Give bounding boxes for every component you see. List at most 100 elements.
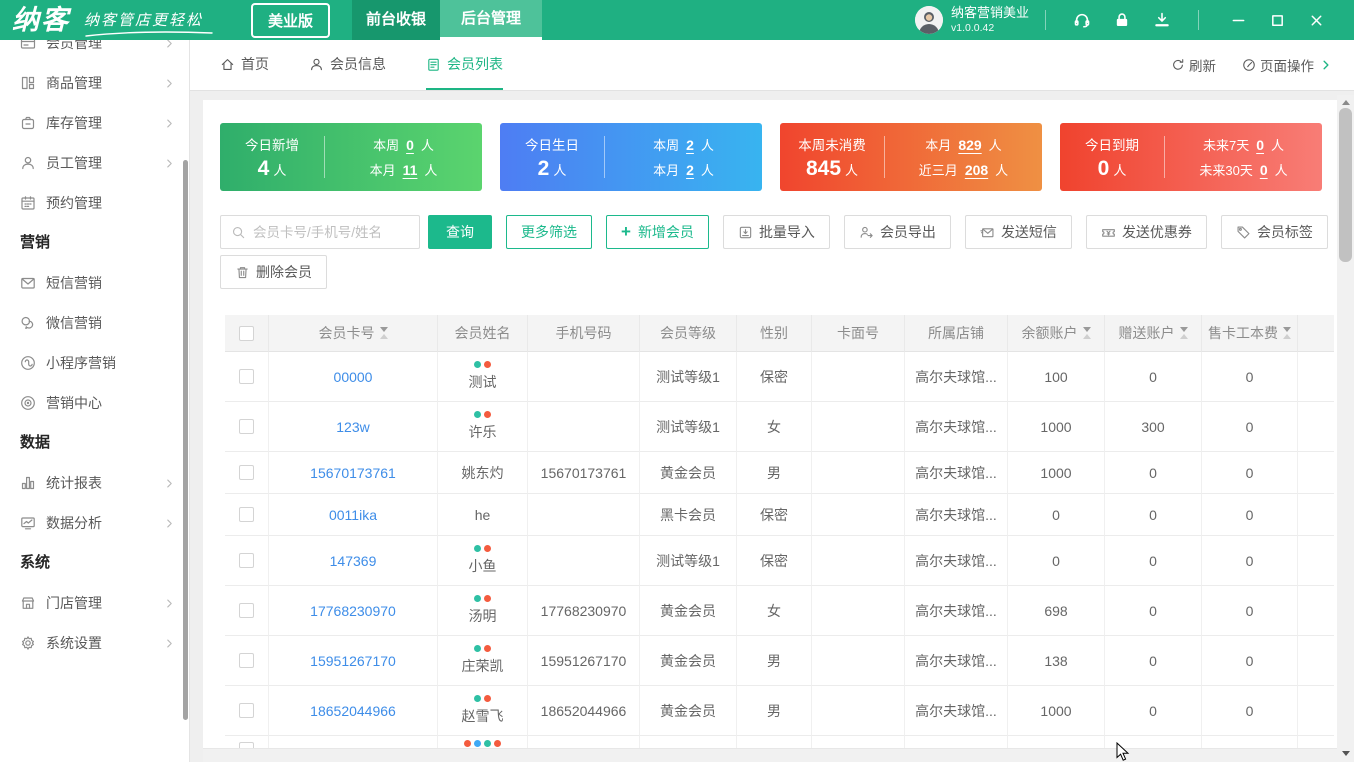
scroll-up-arrow[interactable] [1337, 95, 1354, 109]
column-header-gift[interactable]: 赠送账户 [1105, 315, 1202, 352]
card-fee-cell: 0 [1202, 586, 1298, 636]
stat-card[interactable]: 今日生日 2 人 本周 2 人本月 2 人 [500, 123, 762, 191]
batch-import-button[interactable]: 批量导入 [722, 215, 830, 249]
stat-card[interactable]: 今日到期 0 人 未来7天 0 人未来30天 0 人 [1060, 123, 1322, 191]
window-minimize-button[interactable] [1231, 13, 1246, 28]
delete-member-button[interactable]: 删除会员 [220, 255, 327, 289]
sidebar-item[interactable]: 营销中心 [0, 383, 189, 423]
sort-icon[interactable] [1179, 327, 1188, 339]
sidebar-item[interactable]: 库存管理 [0, 103, 189, 143]
download-icon[interactable] [1153, 11, 1171, 29]
nav-front-cashier[interactable]: 前台收银 [352, 0, 441, 40]
vertical-scrollbar[interactable] [1337, 95, 1354, 762]
sidebar-item[interactable]: 微信营销 [0, 303, 189, 343]
window-maximize-button[interactable] [1270, 13, 1285, 28]
member-card-link[interactable]: 00000 [269, 352, 438, 402]
column-header-card[interactable]: 会员卡号 [269, 315, 438, 352]
logo-text: 纳客 [12, 5, 70, 35]
avatar[interactable] [914, 6, 943, 34]
member-tag-dots [474, 361, 491, 368]
chevron-right-icon [164, 78, 175, 89]
card-fee-cell: 0 [1202, 636, 1298, 686]
member-tag-dots [474, 595, 491, 602]
balance-cell: 138 [1008, 636, 1105, 686]
sidebar-item[interactable]: 员工管理 [0, 143, 189, 183]
row-checkbox[interactable] [239, 703, 254, 718]
column-header-balance[interactable]: 余额账户 [1008, 315, 1105, 352]
column-header-fee[interactable]: 售卡工本费 [1202, 315, 1298, 352]
member-search-box[interactable] [220, 215, 420, 249]
stat-card[interactable]: 本周未消费 845 人 本月 829 人近三月 208 人 [780, 123, 1042, 191]
sidebar-item[interactable]: 统计报表 [0, 463, 189, 503]
sidebar-item[interactable]: 小程序营销 [0, 343, 189, 383]
scroll-down-arrow[interactable] [1337, 746, 1354, 760]
horizontal-scrollbar[interactable] [203, 748, 1337, 762]
member-name-cell: 测试 [438, 352, 528, 402]
sidebar-item[interactable]: 短信营销 [0, 263, 189, 303]
tab-member-info[interactable]: 会员信息 [309, 40, 386, 90]
sidebar-item[interactable]: 会员管理 [0, 40, 189, 63]
refresh-button[interactable]: 刷新 [1171, 55, 1216, 75]
row-checkbox[interactable] [239, 465, 254, 480]
send-coupon-button[interactable]: 发送优惠券 [1085, 215, 1207, 249]
row-checkbox[interactable] [239, 603, 254, 618]
sidebar-scrollbar[interactable] [183, 160, 188, 720]
support-headset-icon[interactable] [1073, 11, 1091, 29]
member-card-link[interactable]: 17768230970 [269, 586, 438, 636]
user-info[interactable]: 纳客营销美业 v1.0.0.42 [951, 5, 1029, 34]
search-button[interactable]: 查询 [428, 215, 492, 249]
card-face-cell [812, 452, 905, 494]
select-all-checkbox[interactable] [239, 325, 254, 341]
page-ops-icon [1242, 58, 1256, 72]
member-card-link[interactable]: 15670173761 [269, 452, 438, 494]
sidebar-section-label: 数据 [20, 434, 51, 451]
scrollbar-thumb[interactable] [1339, 108, 1352, 262]
gift-balance-cell: 0 [1105, 452, 1202, 494]
tab-home[interactable]: 首页 [220, 40, 269, 90]
batch-import-label: 批量导入 [758, 224, 815, 240]
member-card-link[interactable]: 147369 [269, 536, 438, 586]
edition-badge[interactable]: 美业版 [251, 2, 331, 38]
sidebar-item[interactable]: 系统设置 [0, 623, 189, 663]
sort-icon[interactable] [379, 327, 388, 339]
sort-icon[interactable] [1082, 327, 1091, 339]
more-filter-button[interactable]: 更多筛选 [506, 215, 592, 249]
search-input[interactable] [253, 224, 409, 240]
row-checkbox[interactable] [239, 653, 254, 668]
sidebar-item[interactable]: 预约管理 [0, 183, 189, 223]
member-gender-cell: 男 [737, 686, 812, 736]
sidebar-item[interactable]: 门店管理 [0, 583, 189, 623]
sidebar-item[interactable]: 商品管理 [0, 63, 189, 103]
row-checkbox[interactable] [239, 507, 254, 522]
member-card-link[interactable]: 0011ika [269, 494, 438, 536]
member-store-cell: 高尔夫球馆... [905, 494, 1008, 536]
window-close-button[interactable] [1309, 13, 1324, 28]
card-fee-cell: 0 [1202, 686, 1298, 736]
send-sms-button[interactable]: 发送短信 [964, 215, 1072, 249]
column-header-phone: 手机号码 [528, 315, 640, 352]
member-card-link[interactable]: 15951267170 [269, 636, 438, 686]
member-card-link[interactable]: 18652044966 [269, 686, 438, 736]
row-checkbox[interactable] [239, 369, 254, 384]
settings-icon [20, 635, 36, 651]
row-checkbox[interactable] [239, 553, 254, 568]
chevron-right-icon [164, 40, 175, 49]
member-phone-cell: 17768230970 [528, 586, 640, 636]
tab-member-list[interactable]: 会员列表 [426, 40, 503, 90]
member-gender-cell: 女 [737, 402, 812, 452]
stat-card[interactable]: 今日新增 4 人 本周 0 人本月 11 人 [220, 123, 482, 191]
nav-back-manage[interactable]: 后台管理 [440, 0, 543, 40]
sidebar-item[interactable]: 数据分析 [0, 503, 189, 543]
home-icon [220, 57, 235, 72]
export-member-button[interactable]: 会员导出 [843, 215, 951, 249]
search-icon [231, 225, 246, 240]
row-checkbox[interactable] [239, 419, 254, 434]
chevron-right-icon[interactable] [1320, 59, 1332, 71]
member-gender-cell: 保密 [737, 352, 812, 402]
lock-icon[interactable] [1113, 11, 1131, 29]
page-operations-button[interactable]: 页面操作 [1242, 55, 1314, 75]
sort-icon[interactable] [1283, 327, 1291, 339]
add-member-button[interactable]: + 新增会员 [606, 215, 709, 249]
member-tag-button[interactable]: 会员标签 [1220, 215, 1328, 249]
member-card-link[interactable]: 123w [269, 402, 438, 452]
